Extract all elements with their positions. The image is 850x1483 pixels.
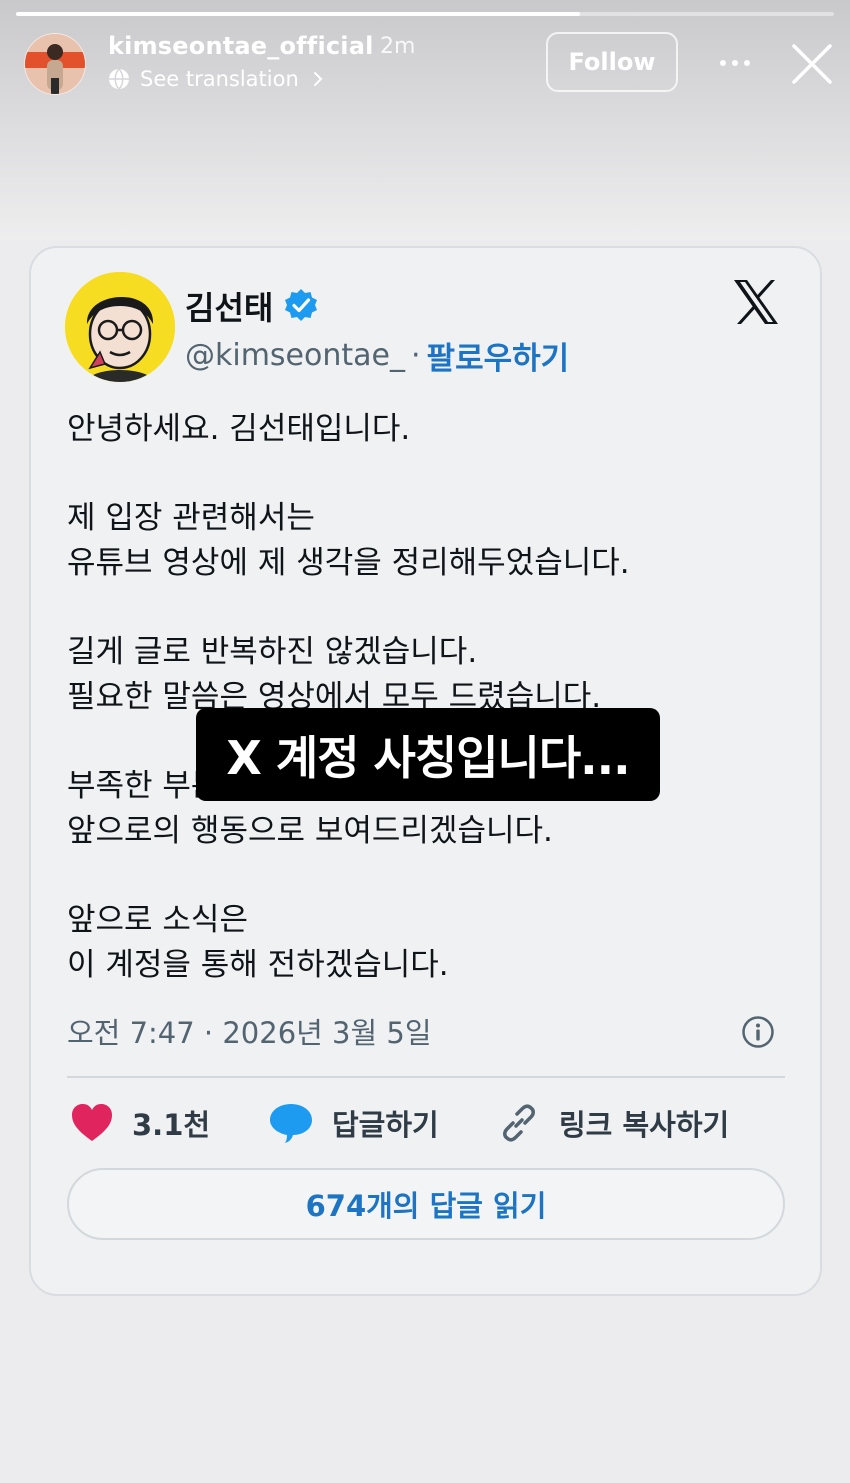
- tweet-line: 앞으로의 행동으로 보여드리겠습니다.: [67, 813, 553, 849]
- avatar[interactable]: [24, 33, 86, 95]
- tweet-paragraph: 앞으로 소식은이 계정을 통해 전하겠습니다.: [67, 898, 777, 988]
- follow-button[interactable]: Follow: [546, 32, 678, 92]
- read-replies-button[interactable]: 674개의 답글 읽기: [67, 1168, 785, 1240]
- tweet-line: 앞으로 소식은: [67, 902, 248, 938]
- tweet-paragraph: 안녕하세요. 김선태입니다.: [67, 407, 777, 452]
- info-icon[interactable]: [741, 1015, 775, 1049]
- story-username[interactable]: kimseontae_official: [108, 32, 374, 60]
- tweet-paragraph: 제 입장 관련해서는유튜브 영상에 제 생각을 정리해두었습니다.: [67, 496, 777, 586]
- chevron-right-icon: [313, 72, 323, 86]
- tweet-line: 안녕하세요. 김선태입니다.: [67, 411, 411, 447]
- story-text-sticker: X 계정 사칭입니다...: [196, 708, 660, 801]
- see-translation-label: See translation: [140, 67, 299, 91]
- tweet-line: 유튜브 영상에 제 생각을 정리해두었습니다.: [67, 545, 630, 581]
- more-icon: [720, 60, 750, 66]
- globe-icon: [109, 68, 129, 90]
- copy-link-button[interactable]: 링크 복사하기: [497, 1099, 729, 1147]
- like-button[interactable]: 3.1천: [70, 1099, 210, 1147]
- link-icon: [503, 1104, 535, 1142]
- more-options-button[interactable]: [712, 40, 758, 86]
- tweet-paragraph: 길게 글로 반복하진 않겠습니다. 필요한 말씀은 영상에서 모두 드렸습니다.: [67, 630, 777, 720]
- like-count: 3.1천: [132, 1108, 211, 1142]
- x-logo-icon[interactable]: [730, 277, 782, 327]
- tweet-handle-row: @kimseontae_ · 팔로우하기: [185, 333, 569, 378]
- see-translation-link[interactable]: See translation: [108, 66, 323, 92]
- tweet-line: 길게 글로 반복하진 않겠습니다.: [67, 634, 478, 670]
- reply-label: 답글하기: [332, 1108, 439, 1142]
- close-button[interactable]: [788, 40, 836, 88]
- tweet-divider: [67, 1076, 785, 1078]
- close-icon: [792, 44, 832, 84]
- story-progress-fill: [16, 12, 581, 16]
- tweet-line: 이 계정을 통해 전하겠습니다.: [67, 947, 449, 983]
- handle-separator: ·: [411, 338, 421, 373]
- copy-link-label: 링크 복사하기: [559, 1108, 730, 1142]
- tweet-handle[interactable]: @kimseontae_: [185, 338, 405, 373]
- tweet-line: 제 입장 관련해서는: [67, 500, 315, 536]
- tweet-timestamp[interactable]: 오전 7:47 · 2026년 3월 5일: [67, 1010, 432, 1052]
- reply-bubble-icon: [270, 1104, 312, 1143]
- tweet-author-avatar[interactable]: [65, 272, 175, 382]
- story-background-bottom: [0, 1265, 850, 1483]
- tweet-follow-link[interactable]: 팔로우하기: [427, 333, 570, 378]
- reply-button[interactable]: 답글하기: [268, 1099, 439, 1147]
- story-progress-bar: [16, 12, 834, 16]
- verified-badge-icon: [285, 289, 317, 321]
- tweet-author-name[interactable]: 김선태: [185, 283, 273, 329]
- heart-icon: [72, 1104, 112, 1141]
- story-time: 2m: [380, 34, 416, 59]
